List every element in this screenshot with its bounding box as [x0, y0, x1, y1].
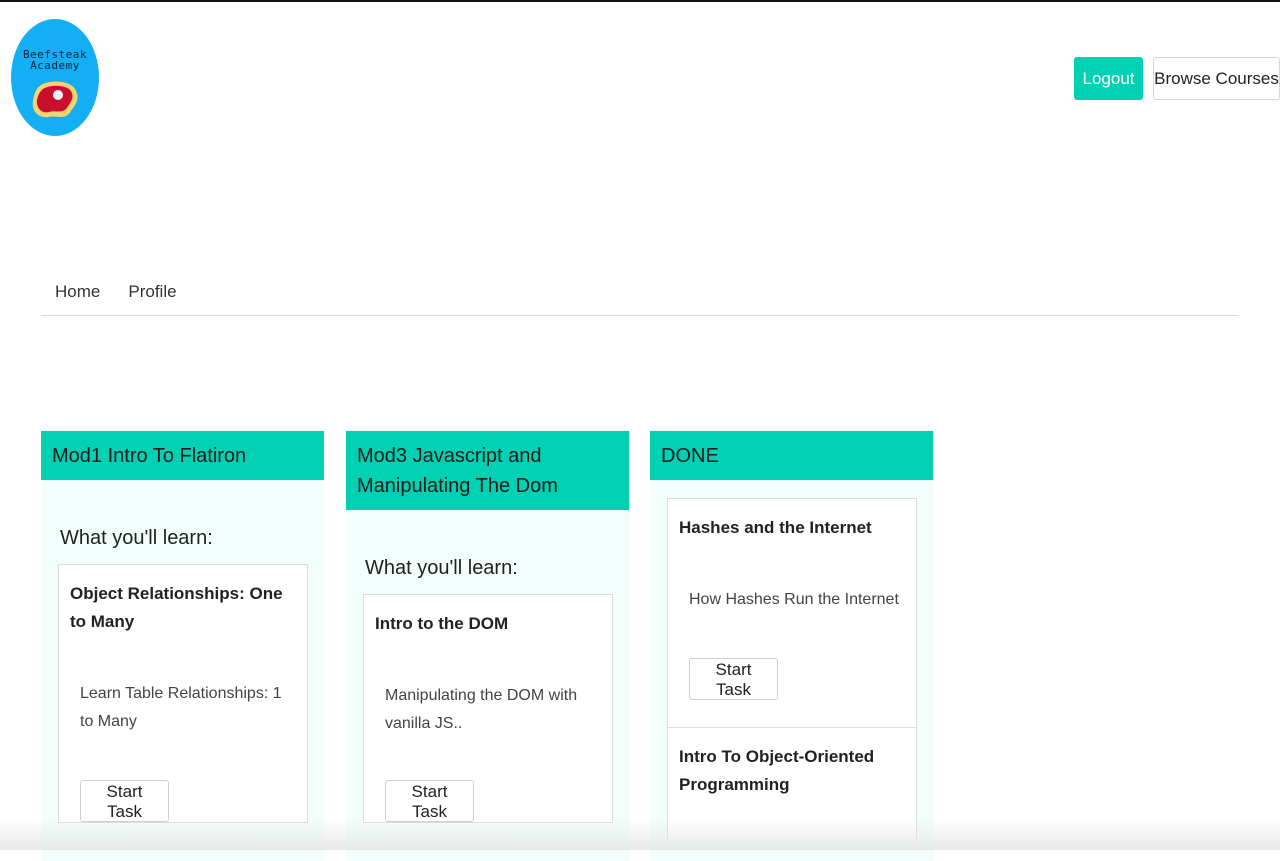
- start-task-button[interactable]: Start Task: [385, 780, 474, 822]
- nav-tabs: Home Profile: [41, 272, 1238, 316]
- task-card: Object Relationships: One to Many Learn …: [58, 564, 308, 823]
- task-title: Hashes and the Internet: [679, 518, 872, 537]
- browse-courses-button[interactable]: Browse Courses: [1153, 57, 1280, 100]
- task-title: Intro to the DOM: [375, 614, 509, 633]
- task-description: Learn Table Relationships: 1 to Many: [80, 685, 282, 730]
- column-title: Mod3 Javascript and Manipulating The Dom: [346, 431, 629, 510]
- task-description: Manipulating the DOM with vanilla JS..: [385, 687, 578, 732]
- task-title: Intro To Object-Oriented Programming: [679, 747, 875, 794]
- bottom-fade: [0, 820, 1280, 850]
- task-title: Object Relationships: One to Many: [70, 584, 283, 631]
- learn-label: What you'll learn:: [60, 527, 213, 549]
- task-card: Intro to the DOM Manipulating the DOM wi…: [363, 594, 613, 823]
- task-card: Hashes and the Internet How Hashes Run t…: [667, 498, 917, 839]
- learn-label: What you'll learn:: [365, 557, 518, 579]
- course-column-mod3: Mod3 Javascript and Manipulating The Dom…: [346, 431, 629, 861]
- tab-profile[interactable]: Profile: [114, 272, 190, 315]
- logout-button[interactable]: Logout: [1074, 57, 1143, 100]
- column-title: DONE: [650, 431, 933, 480]
- task-description: How Hashes Run the Internet: [689, 591, 899, 608]
- academy-logo[interactable]: Beefsteak Academy: [11, 19, 99, 136]
- column-title: Mod1 Intro To Flatiron: [41, 431, 324, 480]
- start-task-button[interactable]: Start Task: [80, 780, 169, 822]
- steak-icon: [32, 81, 78, 118]
- start-task-button[interactable]: Start Task: [689, 658, 778, 700]
- course-column-mod1: Mod1 Intro To Flatiron What you'll learn…: [41, 431, 324, 861]
- course-column-done: DONE Hashes and the Internet How Hashes …: [650, 431, 933, 861]
- tab-home[interactable]: Home: [41, 272, 114, 315]
- logo-text-line2: Academy: [30, 59, 80, 72]
